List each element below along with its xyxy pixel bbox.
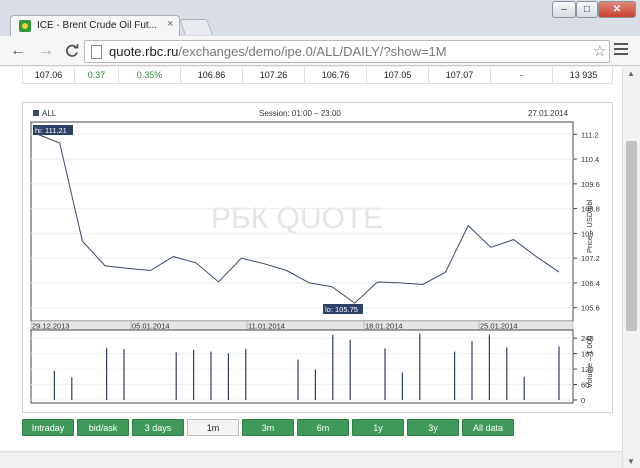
- tab-close-icon[interactable]: ×: [167, 18, 173, 30]
- chart-date: 27.01.2014: [528, 109, 569, 118]
- rbk-quote-watermark: РБК QUOTE: [211, 202, 383, 235]
- forward-icon[interactable]: →: [36, 41, 56, 61]
- quote-open: 106.86: [181, 67, 243, 83]
- range-button-all-data[interactable]: All data: [462, 419, 514, 436]
- quote-last: 107.06: [23, 67, 75, 83]
- date-tick-label: 18.01.2014: [365, 322, 403, 331]
- quote-low: 106.76: [305, 67, 367, 83]
- chart-panel: ALL Session: 01:00 – 23:00 27.01.2014 РБ…: [22, 102, 613, 413]
- price-axis-label: Price – USD/bbl: [585, 199, 594, 253]
- price-volume-chart[interactable]: ALL Session: 01:00 – 23:00 27.01.2014 РБ…: [23, 103, 614, 414]
- reload-icon[interactable]: [62, 41, 82, 61]
- address-bar[interactable]: quote.rbc.ru/exchanges/demo/ipe.0/ALL/DA…: [84, 40, 610, 63]
- close-window-button[interactable]: ✕: [598, 1, 636, 18]
- favicon-icon: [19, 20, 31, 32]
- price-tick-label: 107.2: [581, 254, 600, 263]
- scroll-down-icon[interactable]: ▼: [627, 457, 635, 466]
- quote-change: 0.37: [75, 67, 119, 83]
- quote-field-9: -: [491, 67, 553, 83]
- maximize-button[interactable]: □: [576, 1, 598, 18]
- date-tick-label: 25.01.2014: [480, 322, 518, 331]
- scroll-thumb[interactable]: [626, 141, 637, 331]
- range-button-3y[interactable]: 3y: [407, 419, 459, 436]
- volume-plot-frame: [30, 329, 574, 404]
- range-button-intraday[interactable]: Intraday: [22, 419, 74, 436]
- volume-tick-label: 0: [581, 396, 585, 405]
- back-icon[interactable]: ←: [8, 41, 28, 61]
- range-button-6m[interactable]: 6m: [297, 419, 349, 436]
- volume-axis-label: Volume – 1 000: [585, 336, 594, 388]
- price-tick-label: 105.6: [581, 304, 600, 313]
- price-tick-label: 110.4: [581, 155, 599, 164]
- range-button-3-days[interactable]: 3 days: [132, 419, 184, 436]
- lo-label: lo: 105.75: [325, 305, 358, 314]
- browser-tab[interactable]: ICE - Brent Crude Oil Fut... ×: [10, 15, 180, 36]
- price-tick-label: 111.2: [581, 130, 599, 139]
- vertical-scrollbar[interactable]: ▲ ▼: [622, 67, 640, 468]
- minimize-button[interactable]: –: [552, 1, 576, 18]
- scroll-up-icon[interactable]: ▲: [627, 69, 635, 78]
- tab-title: ICE - Brent Crude Oil Fut...: [37, 20, 158, 31]
- quote-close: 107.05: [367, 67, 429, 83]
- session-label: Session: 01:00 – 23:00: [259, 109, 341, 118]
- url-text: quote.rbc.ru/exchanges/demo/ipe.0/ALL/DA…: [109, 44, 447, 59]
- new-tab-button[interactable]: [179, 19, 213, 35]
- browser-toolbar: ← → quote.rbc.ru/exchanges/demo/ipe.0/AL…: [0, 36, 640, 66]
- window-titlebar: ICE - Brent Crude Oil Fut... × – □ ✕: [0, 0, 640, 36]
- range-button-1m[interactable]: 1m: [187, 419, 239, 436]
- range-buttons: Intraday bid/ask 3 days 1m 3m 6m 1y 3y A…: [22, 419, 622, 437]
- date-tick-label: 05.01.2014: [132, 322, 170, 331]
- horizontal-scroll-strip[interactable]: [0, 451, 622, 468]
- range-button-bid-ask[interactable]: bid/ask: [77, 419, 129, 436]
- legend-label: ALL: [42, 109, 57, 118]
- bookmark-star-icon[interactable]: ☆: [593, 42, 606, 60]
- hi-label: hi: 111.21: [35, 126, 67, 135]
- quote-row: 107.06 0.37 0.35% 106.86 107.26 106.76 1…: [22, 67, 613, 84]
- quote-settle: 107.07: [429, 67, 491, 83]
- price-tick-label: 109.6: [581, 180, 600, 189]
- range-button-1y[interactable]: 1y: [352, 419, 404, 436]
- page-viewport: 107.06 0.37 0.35% 106.86 107.26 106.76 1…: [0, 67, 622, 468]
- quote-volume: 13 935: [569, 70, 598, 80]
- quote-change-pct: 0.35%: [119, 67, 181, 83]
- legend-swatch: [33, 110, 39, 116]
- menu-icon[interactable]: [614, 43, 628, 58]
- range-button-3m[interactable]: 3m: [242, 419, 294, 436]
- quote-high: 107.26: [243, 67, 305, 83]
- page-icon: [91, 45, 102, 59]
- date-tick-label: 11.01.2014: [248, 322, 285, 331]
- price-tick-label: 106.4: [581, 279, 600, 288]
- date-tick-label: 29.12.2013: [32, 322, 70, 331]
